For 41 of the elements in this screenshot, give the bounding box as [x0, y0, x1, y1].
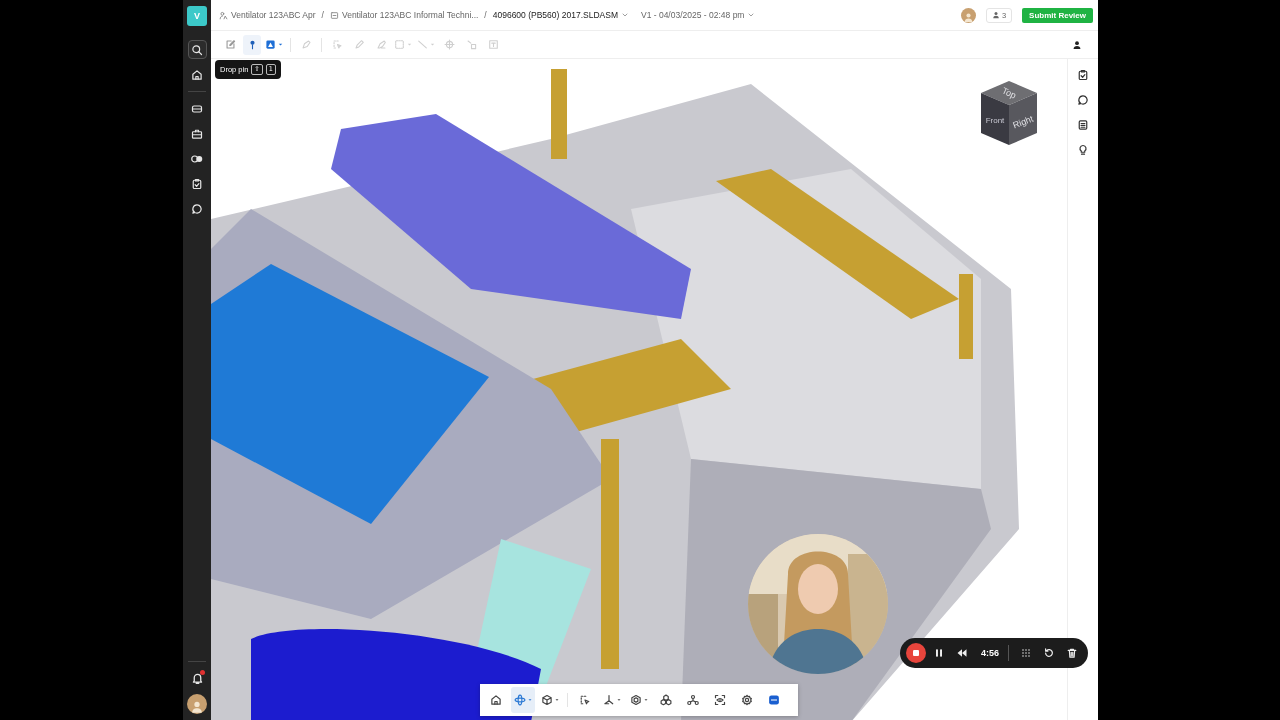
- briefcase-icon: [191, 127, 203, 140]
- caret-icon: [747, 11, 756, 19]
- dashed-rectangle-icon: [394, 39, 405, 50]
- drawer-icon: [191, 102, 203, 115]
- bell-icon: [190, 672, 204, 685]
- tool-button[interactable]: [243, 34, 261, 55]
- pen-icon: [300, 39, 312, 50]
- search-button[interactable]: [187, 40, 207, 59]
- selection-icon: [331, 39, 343, 50]
- caret-icon: [620, 11, 629, 19]
- breadcrumb-link[interactable]: 4096600 (PB560) 2017.SLDASM: [492, 10, 629, 20]
- side-panel-button[interactable]: [1075, 92, 1091, 108]
- caret-icon: [429, 41, 436, 48]
- home-icon: [191, 68, 203, 81]
- breadcrumb-separator: /: [321, 10, 324, 20]
- user-avatar[interactable]: [187, 694, 207, 714]
- breadcrumb-separator: /: [484, 10, 487, 20]
- eraser-icon: [375, 39, 387, 50]
- breadcrumb-link[interactable]: Ventilator 123ABC Informal Techni...: [329, 10, 479, 20]
- pencil-icon: [353, 39, 365, 50]
- person-icon: [1072, 39, 1082, 50]
- clipboard-icon: [1077, 69, 1089, 81]
- toggle-icon: [191, 152, 203, 165]
- person-icon: [219, 10, 228, 20]
- chat-icon: [191, 202, 203, 215]
- lightbulb-icon: [1077, 144, 1089, 156]
- clipboard-icon: [191, 177, 203, 190]
- line-icon: [417, 39, 428, 50]
- trash-icon: [1066, 647, 1078, 659]
- chat-icon: [1077, 94, 1089, 106]
- breadcrumb-link[interactable]: Ventilator 123ABC Apr: [219, 10, 316, 20]
- search-icon: [191, 43, 203, 56]
- crosshair-icon: [443, 39, 455, 50]
- edit-icon: [224, 39, 236, 50]
- version-dropdown[interactable]: V1 - 04/03/2025 - 02:48 pm: [640, 10, 756, 20]
- document-icon: [329, 10, 339, 20]
- text-box-icon: [487, 39, 499, 50]
- image-icon: [265, 39, 276, 50]
- list-icon: [1077, 119, 1089, 131]
- caret-icon: [406, 41, 413, 48]
- caret-icon: [277, 41, 284, 48]
